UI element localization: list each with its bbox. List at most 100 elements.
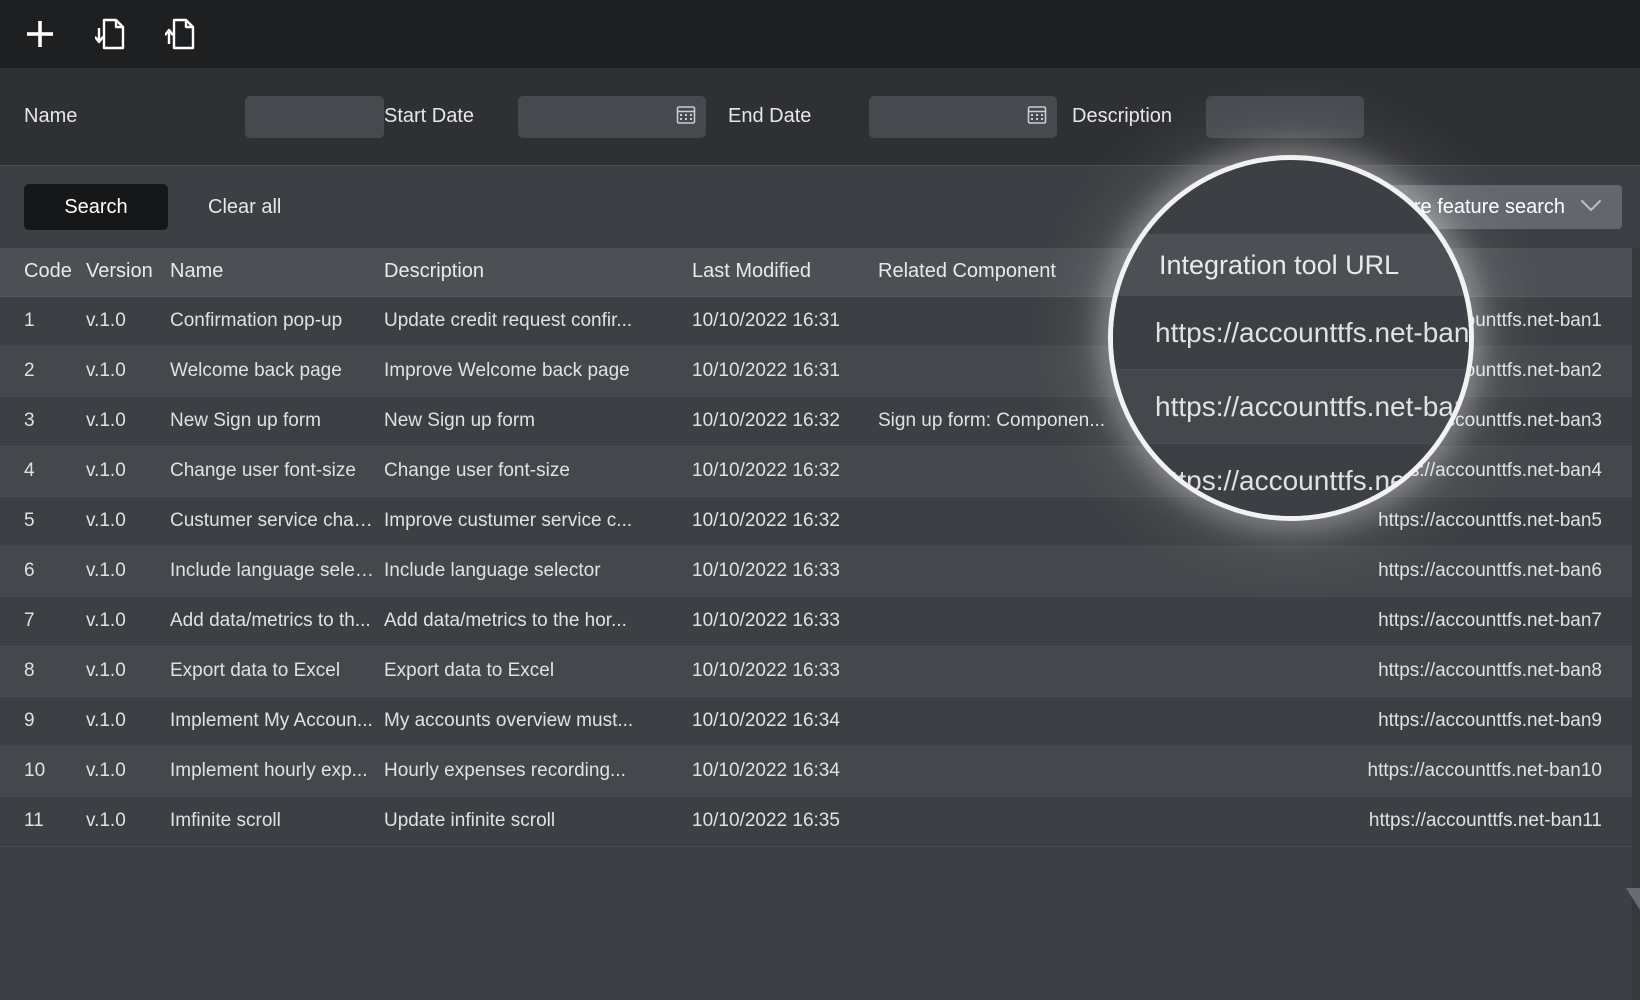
cell-code: 5 — [0, 496, 86, 546]
table-empty-space — [0, 847, 1640, 1000]
cell-integration-tool-url: https://accounttfs.net-ban8 — [1240, 646, 1640, 696]
cell-description: Improve Welcome back page — [384, 346, 692, 396]
top-toolbar — [0, 0, 1640, 68]
file-download-icon — [95, 18, 125, 50]
search-button[interactable]: Search — [24, 184, 168, 230]
cell-integration-tool-url: https://accounttfs.net-ban10 — [1240, 746, 1640, 796]
chevron-down-icon — [1581, 196, 1601, 219]
magnified-header-label: Integration tool URL — [1113, 250, 1399, 281]
column-header-version[interactable]: Version — [86, 248, 170, 296]
cell-last-modified: 10/10/2022 16:32 — [692, 396, 878, 446]
cell-code: 1 — [0, 296, 86, 346]
column-header-name[interactable]: Name — [170, 248, 384, 296]
cell-integration-tool-url: https://accounttfs.net-ban9 — [1240, 696, 1640, 746]
cell-integration-tool-url: https://accounttfs.net-ban7 — [1240, 596, 1640, 646]
cell-name: Imfinite scroll — [170, 796, 384, 846]
cell-description: New Sign up form — [384, 396, 692, 446]
end-date-input-wrapper[interactable] — [869, 96, 1057, 138]
calendar-icon-end[interactable] — [1027, 104, 1047, 129]
start-date-input-wrapper[interactable] — [518, 96, 706, 138]
magnified-row-2: https://accounttfs.net-ban2 — [1113, 370, 1474, 444]
filter-description-group: Description — [1072, 96, 1364, 138]
cell-integration-tool-url: https://accounttfs.net-ban6 — [1240, 546, 1640, 596]
cell-last-modified: 10/10/2022 16:31 — [692, 296, 878, 346]
table-row[interactable]: 6v.1.0Include language selec...Include l… — [0, 546, 1640, 596]
start-date-filter-label: Start Date — [384, 105, 474, 128]
column-header-last-modified[interactable]: Last Modified — [692, 248, 878, 296]
filter-name-group: Name — [24, 96, 384, 138]
cell-version: v.1.0 — [86, 646, 170, 696]
cell-related-component — [878, 796, 1240, 846]
cell-last-modified: 10/10/2022 16:34 — [692, 696, 878, 746]
magnified-row-1: https://accounttfs.net-ban1 — [1113, 296, 1474, 370]
cell-last-modified: 10/10/2022 16:31 — [692, 346, 878, 396]
cell-name: Add data/metrics to th... — [170, 596, 384, 646]
cell-related-component — [878, 696, 1240, 746]
export-file-button[interactable] — [154, 8, 206, 60]
cell-name: Include language selec... — [170, 546, 384, 596]
table-row[interactable]: 8v.1.0Export data to ExcelExport data to… — [0, 646, 1640, 696]
cell-name: Implement My Accoun... — [170, 696, 384, 746]
cell-code: 3 — [0, 396, 86, 446]
cell-name: New Sign up form — [170, 396, 384, 446]
cell-related-component — [878, 596, 1240, 646]
add-new-button[interactable] — [14, 8, 66, 60]
filter-bar: Name Start Date — [0, 68, 1640, 166]
cell-last-modified: 10/10/2022 16:33 — [692, 646, 878, 696]
name-filter-label: Name — [24, 105, 77, 128]
cell-version: v.1.0 — [86, 696, 170, 746]
cell-version: v.1.0 — [86, 796, 170, 846]
cell-code: 7 — [0, 596, 86, 646]
cell-version: v.1.0 — [86, 446, 170, 496]
cell-last-modified: 10/10/2022 16:35 — [692, 796, 878, 846]
cell-last-modified: 10/10/2022 16:32 — [692, 446, 878, 496]
cell-code: 2 — [0, 346, 86, 396]
magnifier-content: Integration tool URL https://accounttfs.… — [1113, 160, 1474, 521]
cell-code: 10 — [0, 746, 86, 796]
magnified-url-2: https://accounttfs.net-ban2 — [1113, 391, 1474, 423]
column-header-code[interactable]: Code — [0, 248, 86, 296]
description-input-wrapper[interactable] — [1206, 96, 1364, 138]
vertical-scrollbar[interactable] — [1632, 248, 1640, 1000]
cell-description: Hourly expenses recording... — [384, 746, 692, 796]
cell-version: v.1.0 — [86, 746, 170, 796]
magnified-url-1: https://accounttfs.net-ban1 — [1113, 317, 1474, 349]
cell-last-modified: 10/10/2022 16:33 — [692, 596, 878, 646]
table-row[interactable]: 9v.1.0Implement My Accoun...My accounts … — [0, 696, 1640, 746]
cell-description: My accounts overview must... — [384, 696, 692, 746]
table-row[interactable]: 11v.1.0Imfinite scrollUpdate infinite sc… — [0, 796, 1640, 846]
clear-all-button[interactable]: Clear all — [202, 195, 287, 220]
magnifier-lens: Integration tool URL https://accounttfs.… — [1108, 155, 1474, 521]
cell-description: Add data/metrics to the hor... — [384, 596, 692, 646]
magnified-column-header: Integration tool URL — [1113, 234, 1474, 296]
cell-name: Confirmation pop-up — [170, 296, 384, 346]
column-header-description[interactable]: Description — [384, 248, 692, 296]
description-filter-label: Description — [1072, 105, 1172, 128]
file-upload-icon — [165, 18, 195, 50]
cell-description: Change user font-size — [384, 446, 692, 496]
application-window: Name Start Date — [0, 0, 1640, 1000]
cell-integration-tool-url: https://accounttfs.net-ban11 — [1240, 796, 1640, 846]
cell-name: Change user font-size — [170, 446, 384, 496]
table-row[interactable]: 10v.1.0Implement hourly exp...Hourly exp… — [0, 746, 1640, 796]
table-row[interactable]: 7v.1.0Add data/metrics to th...Add data/… — [0, 596, 1640, 646]
cell-last-modified: 10/10/2022 16:32 — [692, 496, 878, 546]
description-input[interactable] — [1206, 96, 1364, 138]
import-file-button[interactable] — [84, 8, 136, 60]
end-date-filter-label: End Date — [728, 105, 811, 128]
plus-icon — [25, 19, 55, 49]
filter-start-date-group: Start Date — [384, 96, 728, 138]
cell-name: Custumer service chat ... — [170, 496, 384, 546]
cell-description: Improve custumer service c... — [384, 496, 692, 546]
cell-description: Include language selector — [384, 546, 692, 596]
cell-description: Export data to Excel — [384, 646, 692, 696]
name-input-wrapper[interactable] — [245, 96, 384, 138]
cell-name: Implement hourly exp... — [170, 746, 384, 796]
cell-version: v.1.0 — [86, 596, 170, 646]
name-input[interactable] — [245, 96, 384, 138]
cell-last-modified: 10/10/2022 16:33 — [692, 546, 878, 596]
calendar-icon-start[interactable] — [676, 104, 696, 129]
cell-version: v.1.0 — [86, 496, 170, 546]
cell-related-component — [878, 646, 1240, 696]
cell-description: Update credit request confir... — [384, 296, 692, 346]
